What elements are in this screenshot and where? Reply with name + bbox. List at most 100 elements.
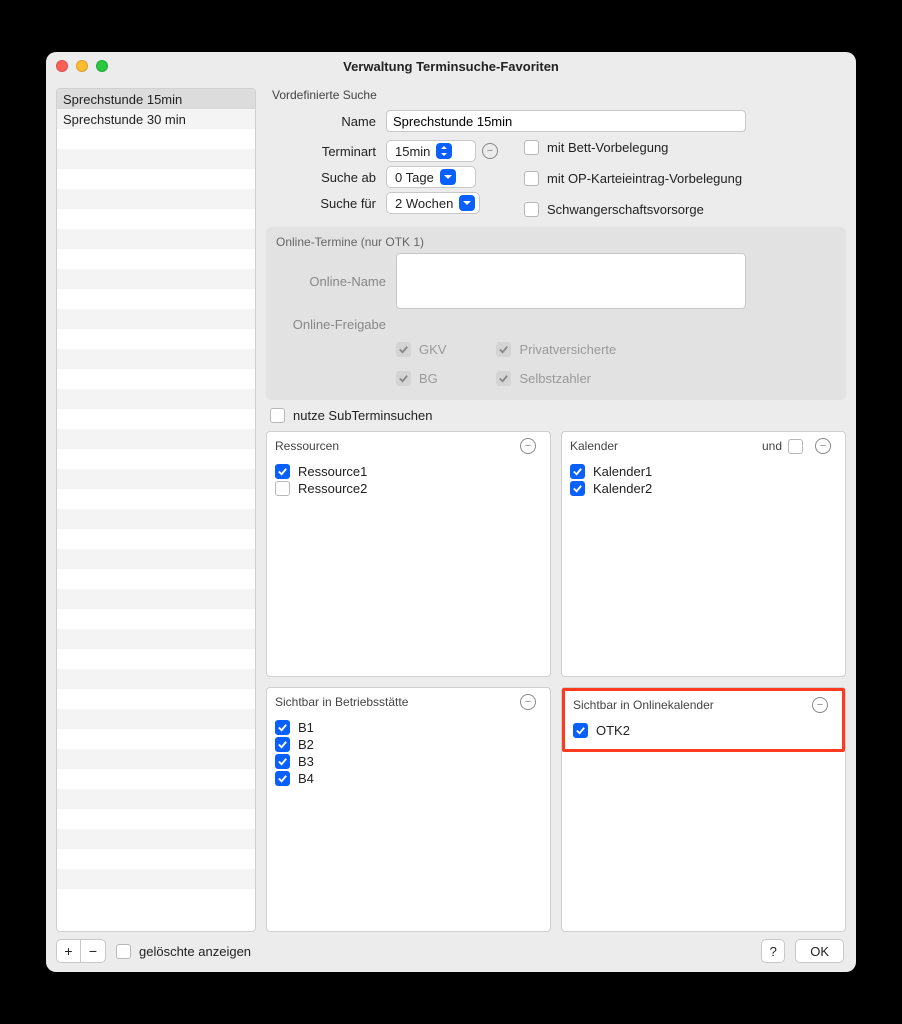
list-item[interactable]: Ressource2 xyxy=(275,481,542,496)
resources-remove-button[interactable] xyxy=(520,438,536,454)
online-freigabe-label: Online-Freigabe xyxy=(276,317,386,332)
item-label: Kalender1 xyxy=(593,464,652,479)
item-label: B4 xyxy=(298,771,314,786)
show-deleted-checkbox[interactable] xyxy=(116,944,131,959)
list-item[interactable] xyxy=(57,649,255,669)
bs-remove-button[interactable] xyxy=(520,694,536,710)
item-checkbox[interactable] xyxy=(570,481,585,496)
list-item[interactable] xyxy=(57,389,255,409)
list-item[interactable]: Kalender2 xyxy=(570,481,837,496)
list-item[interactable]: B2 xyxy=(275,737,542,752)
list-item[interactable] xyxy=(57,729,255,749)
sucheab-value: 0 Tage xyxy=(395,170,434,185)
gkv-checkbox xyxy=(396,342,411,357)
item-checkbox[interactable] xyxy=(275,720,290,735)
chevron-updown-icon xyxy=(436,143,452,159)
item-checkbox[interactable] xyxy=(570,464,585,479)
item-checkbox[interactable] xyxy=(275,754,290,769)
terminart-remove-button[interactable] xyxy=(482,143,498,159)
bs-title: Sichtbar in Betriebsstätte xyxy=(275,695,408,709)
list-item[interactable]: Kalender1 xyxy=(570,464,837,479)
list-item[interactable] xyxy=(57,569,255,589)
online-name-input[interactable] xyxy=(396,253,746,309)
item-checkbox[interactable] xyxy=(573,723,588,738)
item-checkbox[interactable] xyxy=(275,464,290,479)
list-item[interactable] xyxy=(57,489,255,509)
add-button[interactable]: + xyxy=(57,940,81,962)
list-item[interactable]: OTK2 xyxy=(573,723,834,738)
terminart-select[interactable]: 15min xyxy=(386,140,476,162)
list-item[interactable] xyxy=(57,409,255,429)
list-item[interactable] xyxy=(57,429,255,449)
list-item[interactable]: B1 xyxy=(275,720,542,735)
list-item[interactable] xyxy=(57,509,255,529)
list-item[interactable]: B4 xyxy=(275,771,542,786)
name-label: Name xyxy=(266,114,376,129)
bett-checkbox[interactable] xyxy=(524,140,539,155)
list-item[interactable] xyxy=(57,809,255,829)
schwanger-checkbox[interactable] xyxy=(524,202,539,217)
list-item[interactable] xyxy=(57,269,255,289)
list-item[interactable]: Sprechstunde 15min xyxy=(57,89,255,109)
list-item[interactable] xyxy=(57,189,255,209)
calendars-remove-button[interactable] xyxy=(815,438,831,454)
sucheab-select[interactable]: 0 Tage xyxy=(386,166,476,188)
terminart-value: 15min xyxy=(395,144,430,159)
list-item[interactable] xyxy=(57,709,255,729)
help-button[interactable]: ? xyxy=(761,939,785,963)
item-checkbox[interactable] xyxy=(275,481,290,496)
list-item[interactable] xyxy=(57,449,255,469)
selbst-checkbox xyxy=(496,371,511,386)
list-item[interactable] xyxy=(57,529,255,549)
list-item[interactable] xyxy=(57,849,255,869)
remove-button[interactable]: − xyxy=(81,940,105,962)
list-item[interactable] xyxy=(57,469,255,489)
list-item[interactable]: Ressource1 xyxy=(275,464,542,479)
subsearch-checkbox[interactable] xyxy=(270,408,285,423)
and-label: und xyxy=(762,439,782,453)
okal-highlight: Sichtbar in Onlinekalender OTK2 xyxy=(562,688,845,752)
resources-title: Ressourcen xyxy=(275,439,339,453)
list-item[interactable] xyxy=(57,129,255,149)
list-item[interactable] xyxy=(57,149,255,169)
list-item[interactable] xyxy=(57,209,255,229)
item-checkbox[interactable] xyxy=(275,737,290,752)
name-input[interactable] xyxy=(386,110,746,132)
suchefuer-select[interactable]: 2 Wochen xyxy=(386,192,480,214)
list-item[interactable] xyxy=(57,309,255,329)
list-item[interactable] xyxy=(57,609,255,629)
list-item[interactable] xyxy=(57,669,255,689)
titlebar: Verwaltung Terminsuche-Favoriten xyxy=(46,52,856,80)
item-label: B2 xyxy=(298,737,314,752)
item-checkbox[interactable] xyxy=(275,771,290,786)
add-remove-buttons: + − xyxy=(56,939,106,963)
list-item[interactable] xyxy=(57,229,255,249)
list-item[interactable] xyxy=(57,369,255,389)
list-item[interactable] xyxy=(57,329,255,349)
favorite-list[interactable]: Sprechstunde 15minSprechstunde 30 min xyxy=(56,88,256,932)
op-checkbox[interactable] xyxy=(524,171,539,186)
list-item[interactable] xyxy=(57,349,255,369)
list-item[interactable] xyxy=(57,169,255,189)
list-item[interactable] xyxy=(57,549,255,569)
list-item[interactable] xyxy=(57,829,255,849)
list-item[interactable]: Sprechstunde 30 min xyxy=(57,109,255,129)
predef-section-title: Vordefinierte Suche xyxy=(272,88,846,102)
gkv-label: GKV xyxy=(419,342,446,357)
content: Sprechstunde 15minSprechstunde 30 min Vo… xyxy=(46,80,856,936)
list-item[interactable] xyxy=(57,789,255,809)
list-item[interactable]: B3 xyxy=(275,754,542,769)
subsearch-label: nutze SubTerminsuchen xyxy=(293,408,432,423)
list-item[interactable] xyxy=(57,869,255,889)
item-label: Ressource1 xyxy=(298,464,367,479)
list-item[interactable] xyxy=(57,689,255,709)
list-item[interactable] xyxy=(57,769,255,789)
okal-remove-button[interactable] xyxy=(812,697,828,713)
and-checkbox[interactable] xyxy=(788,439,803,454)
list-item[interactable] xyxy=(57,589,255,609)
list-item[interactable] xyxy=(57,289,255,309)
list-item[interactable] xyxy=(57,629,255,649)
ok-button[interactable]: OK xyxy=(795,939,844,963)
list-item[interactable] xyxy=(57,749,255,769)
list-item[interactable] xyxy=(57,249,255,269)
